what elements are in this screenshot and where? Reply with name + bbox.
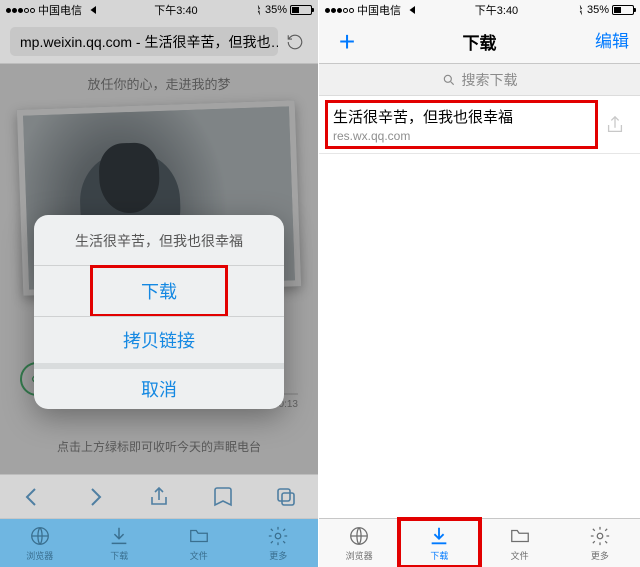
phone-right: 中国电信 下午3:40 35% + 下载 编辑 搜索下载 生活很辛苦，但我也很幸… [319, 0, 640, 567]
search-placeholder: 搜索下载 [462, 70, 518, 90]
edit-button[interactable]: 编辑 [594, 29, 630, 55]
reload-button[interactable] [282, 27, 308, 57]
gear-icon [588, 524, 612, 548]
folder-icon [508, 524, 532, 548]
tabs-icon[interactable] [274, 485, 298, 509]
folder-icon [187, 524, 211, 548]
tab-more[interactable]: 更多 [560, 519, 640, 567]
tab-browser[interactable]: 浏览器 [0, 519, 80, 567]
signal-dots [325, 8, 354, 13]
bookmarks-icon[interactable] [211, 485, 235, 509]
download-icon [107, 524, 131, 548]
sheet-title: 生活很辛苦，但我也很幸福 [34, 215, 284, 265]
battery-pct: 35% [265, 4, 287, 16]
share-icon[interactable] [604, 114, 626, 136]
tabbar-right: 浏览器 下载 文件 更多 [319, 518, 640, 567]
carrier-label: 中国电信 [357, 2, 401, 18]
add-button[interactable]: + [329, 29, 365, 55]
back-icon[interactable] [20, 485, 44, 509]
tab-files[interactable]: 文件 [480, 519, 560, 567]
tab-download[interactable]: 下载 [80, 519, 160, 567]
url-field[interactable]: mp.weixin.qq.com - 生活很辛苦，但我也… [10, 27, 278, 56]
address-bar: mp.weixin.qq.com - 生活很辛苦，但我也… [0, 20, 318, 64]
sheet-download-button[interactable]: 下载 [93, 268, 225, 314]
tabbar-left: 浏览器 下载 文件 更多 [0, 518, 318, 567]
status-time: 下午3:40 [154, 2, 197, 18]
battery-icon [612, 5, 634, 15]
status-bar: 中国电信 下午3:40 35% [0, 0, 318, 20]
sheet-copy-button[interactable]: 拷贝链接 [34, 317, 284, 363]
highlight-download: 下载 [90, 265, 228, 317]
tab-download[interactable]: 下载 [399, 519, 479, 567]
share-icon[interactable] [147, 485, 171, 509]
signal-dots [6, 8, 35, 13]
bluetooth-icon [578, 5, 584, 16]
download-domain: res.wx.qq.com [333, 129, 604, 143]
bluetooth-icon [256, 5, 262, 16]
download-title: 生活很辛苦，但我也很幸福 [333, 106, 604, 127]
nav-bar: + 下载 编辑 [319, 20, 640, 64]
tab-more[interactable]: 更多 [239, 519, 319, 567]
browser-toolbar [0, 474, 318, 518]
search-icon [442, 73, 456, 87]
status-time: 下午3:40 [475, 2, 518, 18]
tab-files[interactable]: 文件 [159, 519, 239, 567]
page-title: 下载 [365, 29, 594, 54]
sheet-cancel-button[interactable]: 取消 [34, 363, 284, 409]
carrier-label: 中国电信 [38, 2, 82, 18]
tab-browser[interactable]: 浏览器 [319, 519, 399, 567]
download-icon [427, 524, 451, 548]
search-field[interactable]: 搜索下载 [319, 64, 640, 96]
globe-icon [347, 524, 371, 548]
wifi-icon [85, 6, 96, 14]
battery-pct: 35% [587, 4, 609, 16]
status-bar: 中国电信 下午3:40 35% [319, 0, 640, 20]
gear-icon [266, 524, 290, 548]
phone-left: 中国电信 下午3:40 35% mp.weixin.qq.com - 生活很辛苦… [0, 0, 319, 567]
battery-icon [290, 5, 312, 15]
globe-icon [28, 524, 52, 548]
action-sheet: 生活很辛苦，但我也很幸福 下载 拷贝链接 取消 [34, 215, 284, 409]
forward-icon[interactable] [83, 485, 107, 509]
wifi-icon [404, 6, 415, 14]
download-item[interactable]: 生活很辛苦，但我也很幸福 res.wx.qq.com [319, 96, 640, 154]
